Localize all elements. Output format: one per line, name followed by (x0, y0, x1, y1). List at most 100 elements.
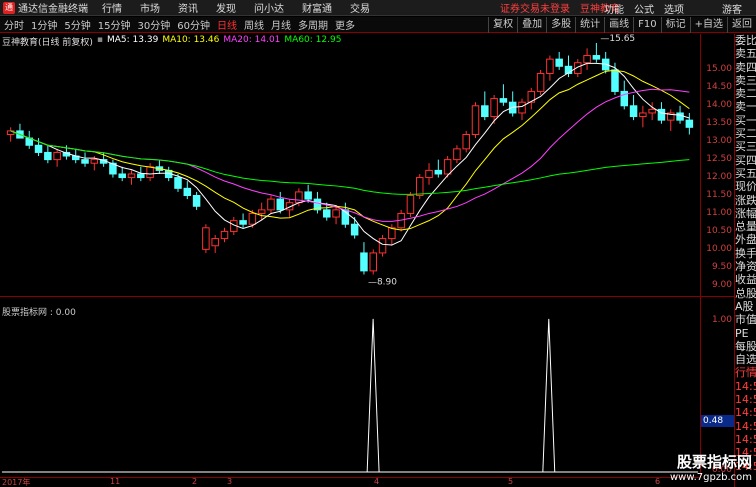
ma20-label: MA20: 14.01 (223, 35, 281, 45)
overlay-button[interactable]: 叠加 (517, 17, 546, 33)
side-panel-item[interactable]: 行情 (735, 366, 756, 379)
candle-body (499, 98, 508, 103)
candle-body (481, 105, 489, 118)
draw-button[interactable]: 画线 (604, 17, 633, 33)
side-panel-item[interactable]: 卖一 (735, 100, 756, 113)
period-multi[interactable]: 多周期 (298, 17, 328, 32)
candle-body (648, 108, 656, 114)
candle-body (118, 173, 126, 179)
side-panel-item[interactable]: 卖五 (735, 47, 756, 60)
menu-trade[interactable]: 交易 (350, 0, 370, 15)
ma-settings-icon[interactable]: ▪ (97, 35, 103, 47)
candle-body (183, 187, 192, 197)
side-panel-item[interactable]: 14:5 (735, 406, 756, 419)
menu-options[interactable]: 选项 (664, 1, 684, 16)
side-panel-item[interactable]: 14:5 (735, 380, 756, 393)
price-tick: 13.50 (706, 118, 732, 128)
side-panel-item[interactable]: 买三 (735, 140, 756, 153)
period-60min[interactable]: 60分钟 (177, 17, 210, 32)
side-panel-item[interactable]: 14:5 (735, 393, 756, 406)
candle-body (443, 159, 452, 175)
period-5min[interactable]: 5分钟 (64, 17, 90, 32)
side-panel-item[interactable]: 换手 (735, 247, 756, 260)
candle-body (639, 112, 647, 118)
add-watchlist-button[interactable]: +自选 (689, 17, 727, 33)
back-button[interactable]: 返回 (727, 17, 756, 33)
side-panel-item[interactable]: 外盘 (735, 233, 756, 246)
period-weekly[interactable]: 周线 (244, 17, 264, 32)
side-panel-item[interactable]: PE (735, 327, 756, 340)
side-panel-item[interactable]: 委比 (735, 34, 756, 47)
candle-body (415, 177, 424, 197)
side-panel-item[interactable]: 买二 (735, 127, 756, 140)
side-panel-item[interactable]: 净资 (735, 260, 756, 273)
multi-stock-button[interactable]: 多股 (546, 17, 575, 33)
side-panel-item[interactable]: 卖二 (735, 87, 756, 100)
candle-body (248, 212, 257, 225)
menu-ask[interactable]: 问小达 (254, 0, 284, 15)
side-panel-item[interactable]: 每股 (735, 340, 756, 353)
side-panel-item[interactable]: 涨幅 (735, 207, 756, 220)
mark-button[interactable]: 标记 (660, 17, 690, 33)
indicator-tick: 1.00 (711, 315, 732, 325)
indicator-chart[interactable] (0, 296, 700, 477)
side-panel-item[interactable]: 涨跌 (735, 194, 756, 207)
login-notice[interactable]: 证券交易未登录 (500, 0, 570, 15)
side-panel-item[interactable]: 市值 (735, 313, 756, 326)
period-tick[interactable]: 分时 (4, 17, 24, 32)
side-panel-item[interactable]: 收益 (735, 273, 756, 286)
menu-functions[interactable]: 功能 (604, 1, 624, 16)
period-15min[interactable]: 15分钟 (98, 17, 131, 32)
candle-body (220, 230, 229, 240)
candle-body (34, 144, 43, 153)
indicator-value-marker: 0.48 (701, 415, 735, 427)
stock-label: 豆神教育(日线 前复权) (2, 38, 93, 48)
stats-button[interactable]: 统计 (575, 17, 604, 33)
menu-wealth[interactable]: 财富通 (302, 0, 332, 15)
side-panel-item[interactable]: 14:5 (735, 420, 756, 433)
menu-news[interactable]: 资讯 (178, 0, 198, 15)
side-panel-item[interactable]: 卖四 (735, 61, 756, 74)
period-monthly[interactable]: 月线 (271, 17, 291, 32)
period-30min[interactable]: 30分钟 (137, 17, 170, 32)
side-panel-item[interactable]: 卖三 (735, 74, 756, 87)
side-panel-item[interactable]: 买五 (735, 167, 756, 180)
f10-button[interactable]: F10 (633, 17, 660, 33)
date-tick: 11 (110, 477, 121, 486)
menu-discover[interactable]: 发现 (216, 0, 236, 15)
ma-info-line: 豆神教育(日线 前复权) ▪ MA5: 13.39 MA10: 13.46 MA… (2, 35, 345, 48)
menu-formulas[interactable]: 公式 (634, 1, 654, 16)
candle-body (276, 198, 285, 211)
candle-body (137, 173, 145, 179)
app-logo-icon: 通 (3, 1, 15, 14)
side-panel-item[interactable]: 买四 (735, 154, 756, 167)
menu-market[interactable]: 市场 (140, 0, 160, 15)
period-daily[interactable]: 日线 (217, 17, 237, 32)
guest-user[interactable]: 游客 (722, 1, 742, 16)
side-panel-item[interactable]: 现价 (735, 180, 756, 193)
period-more[interactable]: 更多 (335, 17, 355, 32)
side-panel-item[interactable]: 14:5 (735, 433, 756, 446)
side-panel-item[interactable]: 总量 (735, 220, 756, 233)
app-title: 通达信金融终端 (18, 4, 88, 15)
side-panel-item[interactable]: 总股 (735, 287, 756, 300)
price-tick: 9.00 (711, 280, 732, 290)
price-tick: 9.50 (711, 262, 732, 272)
date-tick: 5 (508, 477, 514, 486)
side-panel-item[interactable]: 买一 (735, 114, 756, 127)
side-panel-item[interactable]: 自选 (735, 353, 756, 366)
watermark-title: 股票指标网 (676, 453, 752, 471)
candle-body (44, 151, 52, 161)
side-panel-item[interactable]: A股 (735, 300, 756, 313)
adjust-button[interactable]: 复权 (488, 17, 517, 33)
ma10-label: MA10: 13.46 (162, 35, 220, 45)
ma10-line (10, 69, 690, 231)
candle-body (304, 191, 312, 200)
candle-body (518, 101, 526, 114)
period-1min[interactable]: 1分钟 (31, 17, 57, 32)
menu-quotes[interactable]: 行情 (102, 0, 122, 15)
candle-body (350, 223, 359, 236)
candle-body (453, 148, 461, 161)
price-tick: 11.00 (706, 208, 732, 218)
candlestick-chart[interactable]: —15.65 —8.90 (0, 34, 700, 296)
